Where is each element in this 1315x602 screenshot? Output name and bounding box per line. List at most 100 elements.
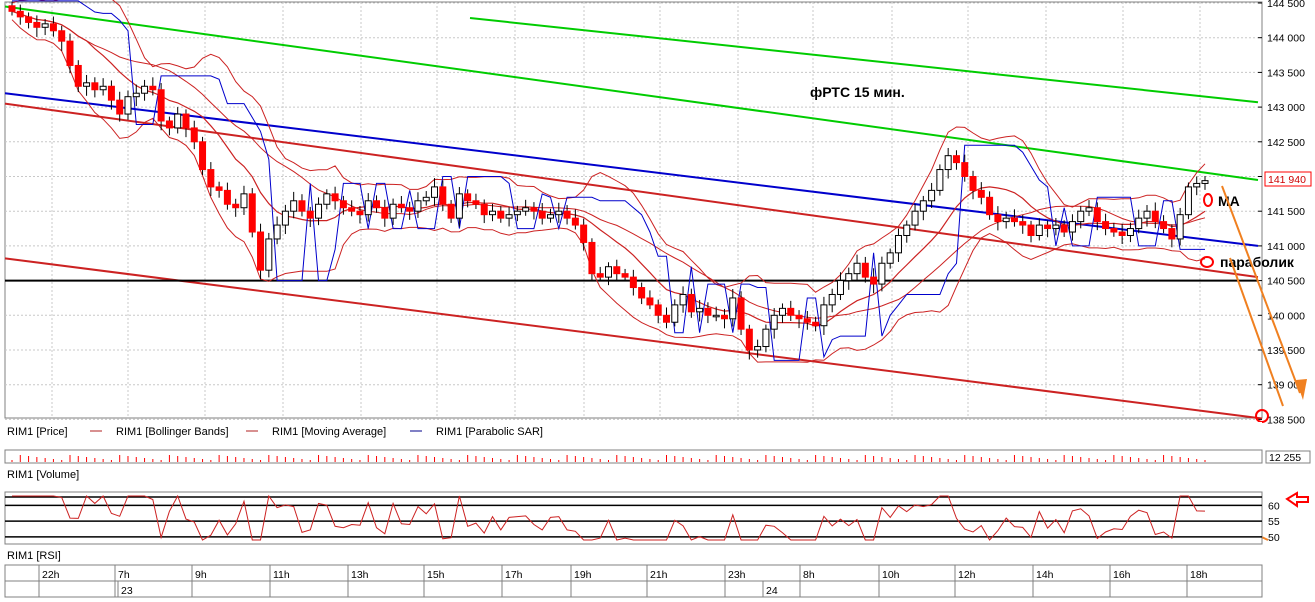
candle-body <box>787 307 795 316</box>
y-tick-label: 138 500 <box>1267 414 1305 426</box>
candle-body <box>704 307 712 316</box>
rsi-level-label: 55 <box>1268 516 1280 528</box>
candle-body <box>298 200 306 212</box>
candle-body <box>199 141 207 171</box>
candle-body <box>290 200 298 212</box>
candle-body <box>629 276 637 289</box>
legend-item-label: RIM1 [Parabolic SAR] <box>436 426 543 438</box>
candle-body <box>977 189 985 198</box>
time-label: 7h <box>118 569 130 581</box>
y-tick-label: 142 500 <box>1267 137 1305 149</box>
candle-body <box>281 210 289 226</box>
candle-body <box>812 321 820 327</box>
candle-body <box>547 214 555 219</box>
candle-body <box>671 304 679 323</box>
candle-body <box>845 273 853 282</box>
candle-body <box>530 207 538 212</box>
candle-body <box>373 200 381 209</box>
time-label: 19h <box>574 569 592 581</box>
candle-body <box>522 207 530 212</box>
candle-body <box>74 64 82 87</box>
candle-body <box>165 120 173 129</box>
time-label: 22h <box>42 569 60 581</box>
candle-body <box>489 210 497 216</box>
candle-body <box>439 186 447 205</box>
candle-body <box>712 314 720 318</box>
price-panel <box>4 1 1263 419</box>
time-label: 11h <box>273 569 290 581</box>
candle-body <box>687 293 695 313</box>
candle-body <box>397 203 405 209</box>
candle-body <box>853 262 861 275</box>
candle-body <box>215 186 223 191</box>
candle-body <box>99 85 107 91</box>
legend-item-label: RIM1 [Bollinger Bands] <box>116 426 229 438</box>
candle-body <box>66 40 74 66</box>
candle-body <box>182 113 190 129</box>
candle-body <box>1010 217 1018 223</box>
candle-body <box>803 318 811 323</box>
candle-body <box>41 23 49 28</box>
candle-body <box>1201 180 1209 184</box>
candle-body <box>1044 224 1052 230</box>
time-label: 8h <box>803 569 815 581</box>
y-tick-label: 144 000 <box>1267 33 1305 45</box>
candle-body <box>1151 210 1159 223</box>
candle-body <box>1093 207 1101 223</box>
candle-body <box>389 203 397 219</box>
candle-body <box>257 231 265 271</box>
candle-body <box>994 214 1002 223</box>
candle-body <box>762 328 770 348</box>
candle-body <box>58 30 66 42</box>
candle-body <box>1176 214 1184 240</box>
candle-body <box>1135 217 1143 230</box>
volume-panel-label: RIM1 [Volume] <box>7 469 79 481</box>
time-label: 9h <box>195 569 207 581</box>
current-price-label: 141 940 <box>1268 174 1306 186</box>
candle-body <box>422 196 430 202</box>
time-label: 14h <box>1036 569 1054 581</box>
candle-body <box>961 162 969 177</box>
time-label: 16h <box>1113 569 1131 581</box>
candle-body <box>1110 228 1118 233</box>
candle-body <box>190 127 198 143</box>
candle-body <box>157 89 165 122</box>
candle-body <box>1118 231 1126 236</box>
candle-body <box>273 224 281 240</box>
candle-body <box>878 262 886 285</box>
candle-body <box>1035 224 1043 236</box>
candle-body <box>936 169 944 191</box>
candle-body <box>1168 228 1176 240</box>
candle-body <box>149 85 157 91</box>
legend-item-label: RIM1 [Price] <box>7 426 68 438</box>
candle-body <box>323 193 331 205</box>
candle-body <box>1102 221 1110 230</box>
candle-body <box>431 186 439 198</box>
volume-value-label: 12 255 <box>1269 452 1301 464</box>
rsi-level-label: 60 <box>1268 500 1280 512</box>
candle-body <box>240 193 248 209</box>
candle-body <box>613 266 621 275</box>
candle-body <box>1019 221 1027 226</box>
candle-body <box>969 176 977 191</box>
candle-body <box>596 273 604 278</box>
candle-body <box>919 200 927 212</box>
date-label: 24 <box>766 585 778 597</box>
candle-body <box>91 82 99 91</box>
candle-body <box>464 193 472 202</box>
candle-body <box>132 92 140 98</box>
candle-body <box>1002 217 1010 223</box>
candle-body <box>754 346 762 351</box>
candle-body <box>720 314 728 320</box>
legend-item-label: RIM1 [Moving Average] <box>272 426 386 438</box>
candle-body <box>1027 224 1035 236</box>
candle-body <box>986 196 994 216</box>
candle-body <box>1160 221 1168 230</box>
candle-body <box>1060 224 1068 233</box>
candle-body <box>16 10 24 18</box>
candle-body <box>248 193 256 233</box>
candle-body <box>1052 224 1060 230</box>
candle-body <box>265 238 273 271</box>
candle-body <box>331 193 339 202</box>
candle-body <box>944 155 952 171</box>
